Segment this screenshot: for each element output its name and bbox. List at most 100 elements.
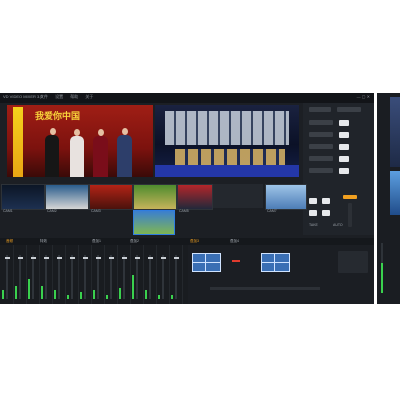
transition-panel xyxy=(188,245,374,304)
host-head xyxy=(50,128,56,135)
preview-monitor[interactable]: 我爱你中国 xyxy=(7,105,153,177)
ctrl-button[interactable] xyxy=(339,168,349,174)
fader-knob[interactable] xyxy=(31,257,36,259)
param-field[interactable] xyxy=(309,156,333,161)
source-label: CAM1 xyxy=(3,209,13,213)
channel-fader[interactable] xyxy=(110,255,112,299)
tab-overlay-1[interactable]: 叠加1 xyxy=(92,239,101,244)
window-controls[interactable]: — ▢ ✕ xyxy=(357,94,370,99)
level-meter xyxy=(145,290,147,299)
mixer-channel xyxy=(27,245,40,304)
channel-fader[interactable] xyxy=(19,255,21,299)
app-title: VD VIDEO MIXER 3.0 xyxy=(3,94,43,99)
level-meter xyxy=(54,290,56,299)
fader-knob[interactable] xyxy=(18,257,23,259)
transition-preview-a[interactable] xyxy=(192,253,221,272)
fader-knob[interactable] xyxy=(109,257,114,259)
fader-knob[interactable] xyxy=(161,257,166,259)
channel-fader[interactable] xyxy=(58,255,60,299)
channel-fader[interactable] xyxy=(136,255,138,299)
source-thumb-3[interactable] xyxy=(89,184,133,210)
take-button[interactable] xyxy=(343,195,357,199)
fader-knob[interactable] xyxy=(5,257,10,259)
empty-source-slot[interactable] xyxy=(213,184,263,208)
level-meter xyxy=(41,286,43,299)
host-head xyxy=(122,128,128,135)
fader-knob[interactable] xyxy=(83,257,88,259)
channel-fader[interactable] xyxy=(6,255,8,299)
fader-knob[interactable] xyxy=(174,257,179,259)
channel-fader[interactable] xyxy=(162,255,164,299)
ctrl-button[interactable] xyxy=(339,132,349,138)
channel-fader[interactable] xyxy=(32,255,34,299)
tbar-slider[interactable] xyxy=(348,203,352,227)
tab-strip: 音频 特效 叠加1 叠加2 叠加3 叠加4 xyxy=(0,238,374,245)
menu-settings[interactable]: 设置 xyxy=(55,94,63,99)
tab-overlay-2[interactable]: 叠加2 xyxy=(130,239,139,244)
host-head xyxy=(74,129,80,136)
source-thumb-2[interactable] xyxy=(45,184,89,210)
channel-fader[interactable] xyxy=(123,255,125,299)
fader-knob[interactable] xyxy=(122,257,127,259)
tbar-button[interactable] xyxy=(322,198,330,204)
mixer-channel xyxy=(53,245,66,304)
source-thumb-5[interactable] xyxy=(177,184,213,210)
fader-knob[interactable] xyxy=(57,257,62,259)
param-field[interactable] xyxy=(309,120,333,125)
level-meter xyxy=(132,275,134,299)
level-meter xyxy=(171,295,173,299)
channel-fader[interactable] xyxy=(149,255,151,299)
param-field[interactable] xyxy=(309,144,333,149)
pgm-toggle[interactable] xyxy=(337,107,361,112)
menu-file[interactable]: 文件 xyxy=(40,94,48,99)
tbar-button[interactable] xyxy=(309,210,317,216)
mixer-channel xyxy=(79,245,92,304)
channel-fader[interactable] xyxy=(175,255,177,299)
tbar-button[interactable] xyxy=(309,198,317,204)
secondary-preview[interactable] xyxy=(390,97,400,167)
menu-about[interactable]: 关于 xyxy=(85,94,93,99)
mixer-channel xyxy=(170,245,183,304)
tab-overlay-3[interactable]: 叠加3 xyxy=(190,239,199,244)
source-label: CAM7 xyxy=(267,209,277,213)
channel-fader[interactable] xyxy=(71,255,73,299)
transition-settings[interactable] xyxy=(338,251,368,273)
host-head xyxy=(98,129,104,136)
pvw-toggle[interactable] xyxy=(309,107,331,112)
source-label: CAM2 xyxy=(47,209,57,213)
param-field[interactable] xyxy=(309,168,333,173)
tab-effects[interactable]: 特效 xyxy=(40,239,47,244)
ctrl-button[interactable] xyxy=(339,120,349,126)
param-field[interactable] xyxy=(309,132,333,137)
tbar-button[interactable] xyxy=(322,210,330,216)
level-meter xyxy=(2,290,4,299)
menu-help[interactable]: 帮助 xyxy=(70,94,78,99)
ctrl-button[interactable] xyxy=(339,156,349,162)
source-thumb-1[interactable] xyxy=(1,184,45,210)
control-panel: TAKE AUTO xyxy=(303,103,374,235)
fader-knob[interactable] xyxy=(148,257,153,259)
tab-audio[interactable]: 音频 xyxy=(6,239,13,244)
secondary-thumb[interactable] xyxy=(390,171,400,215)
channel-fader[interactable] xyxy=(84,255,86,299)
menu-bar: 文件 设置 帮助 关于 xyxy=(40,94,99,100)
source-thumb-7[interactable] xyxy=(265,184,307,210)
transition-preview-b[interactable] xyxy=(261,253,290,272)
source-thumb-4[interactable] xyxy=(133,184,177,210)
ctrl-button[interactable] xyxy=(339,144,349,150)
host-figure xyxy=(45,135,59,177)
channel-fader[interactable] xyxy=(45,255,47,299)
title-bar: VD VIDEO MIXER 3.0 文件 设置 帮助 关于 — ▢ ✕ xyxy=(0,93,374,103)
tab-overlay-4[interactable]: 叠加4 xyxy=(230,239,239,244)
mixer-channel xyxy=(40,245,53,304)
fader-knob[interactable] xyxy=(135,257,140,259)
channel-fader[interactable] xyxy=(97,255,99,299)
playback-timeline[interactable] xyxy=(210,287,320,290)
mixer-channel xyxy=(118,245,131,304)
fader-knob[interactable] xyxy=(96,257,101,259)
source-thumb-6[interactable] xyxy=(133,210,175,235)
program-monitor[interactable] xyxy=(155,105,299,177)
fader-knob[interactable] xyxy=(70,257,75,259)
secondary-meter xyxy=(381,263,383,293)
fader-knob[interactable] xyxy=(44,257,49,259)
